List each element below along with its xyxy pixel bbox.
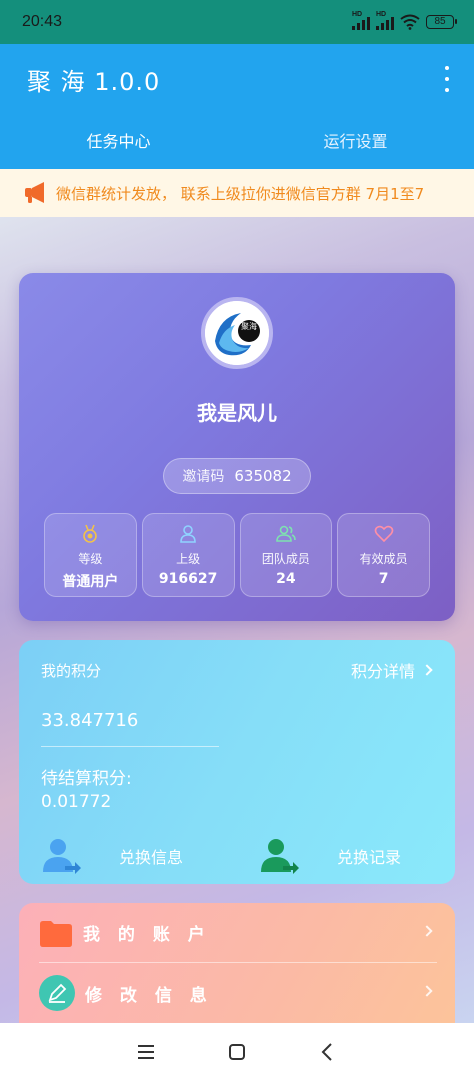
team-icon (276, 525, 296, 542)
points-card: 我的积分 积分详情 33.847716 待结算积分: 0.01772 兑换信息 … (19, 640, 455, 884)
wifi-icon (400, 14, 420, 30)
stats-row: 等级 普通用户 上级 916627 团队成员 24 有效成员 7 (44, 513, 430, 597)
more-vertical-icon[interactable] (440, 66, 454, 92)
invite-code-pill[interactable]: 邀请码 635082 (163, 458, 311, 494)
app-bar: 聚 海 1.0.0 任务中心 运行设置 (0, 44, 474, 169)
points-value: 33.847716 (41, 710, 139, 731)
stat-team-members[interactable]: 团队成员 24 (239, 513, 333, 597)
folder-icon (40, 920, 72, 947)
user-exchange-icon (43, 839, 81, 874)
points-title: 我的积分 (41, 662, 102, 680)
divider (41, 746, 219, 747)
nickname: 我是风儿 (197, 401, 277, 425)
tab-task-center[interactable]: 任务中心 (0, 126, 237, 158)
signal-icon: HD (352, 11, 370, 30)
menu-item-label: 我 的 账 户 (83, 925, 211, 945)
chevron-right-icon (421, 664, 433, 676)
stat-label: 等级 (78, 552, 103, 566)
clock: 20:43 (22, 13, 63, 30)
exchange-record-label: 兑换记录 (337, 848, 402, 867)
stat-label: 团队成员 (261, 552, 310, 566)
tab-run-settings[interactable]: 运行设置 (237, 126, 474, 158)
pending-points-value: 0.01772 (41, 792, 112, 812)
points-detail-link[interactable]: 积分详情 (350, 658, 433, 682)
invite-code-value: 635082 (234, 467, 292, 485)
notice-text: 微信群统计发放， 联系上级拉你进微信官方群 7月1至7 (56, 184, 425, 203)
svg-text:聚海: 聚海 (241, 321, 257, 331)
app-title: 聚 海 1.0.0 (27, 68, 161, 96)
notice-bar[interactable]: 微信群统计发放， 联系上级拉你进微信官方群 7月1至7 (0, 169, 474, 217)
megaphone-icon (25, 182, 44, 203)
menu-item-my-account[interactable]: 我 的 账 户 (39, 903, 437, 963)
points-detail-label: 积分详情 (350, 662, 415, 681)
stat-value: 24 (276, 571, 296, 587)
chevron-right-icon (421, 925, 433, 937)
tab-bar: 任务中心 运行设置 (0, 126, 474, 158)
profile-card: 聚海 我是风儿 邀请码 635082 等级 普通用户 上级 916627 团队成… (19, 273, 455, 621)
exchange-record-button[interactable]: 兑换记录 (259, 836, 401, 876)
edit-icon (39, 975, 75, 1011)
user-exchange-icon (261, 839, 299, 874)
stat-label: 有效成员 (359, 552, 408, 566)
heart-icon (374, 525, 393, 543)
signal-icon: HD (376, 11, 394, 30)
stat-value: 916627 (158, 571, 218, 587)
stat-value: 普通用户 (62, 574, 119, 590)
menu-item-edit-info[interactable]: 修 改 信 息 (39, 963, 437, 1023)
pending-points-label: 待结算积分: (41, 769, 132, 789)
stat-valid-members[interactable]: 有效成员 7 (337, 513, 430, 597)
status-icons: HD HD 85 (352, 11, 457, 30)
battery-icon: 85 (426, 15, 457, 29)
avatar-logo: 聚海 (205, 301, 269, 365)
stat-superior[interactable]: 上级 916627 (141, 513, 235, 597)
menu-card: 我 的 账 户 修 改 信 息 (19, 903, 455, 1023)
invite-code-label: 邀请码 (182, 469, 225, 485)
back-icon[interactable] (317, 1041, 339, 1063)
avatar[interactable]: 聚海 (201, 297, 273, 369)
exchange-info-label: 兑换信息 (119, 848, 184, 867)
home-icon[interactable] (226, 1041, 248, 1063)
menu-icon[interactable] (135, 1041, 157, 1063)
exchange-info-button[interactable]: 兑换信息 (41, 836, 183, 876)
chevron-right-icon (421, 985, 433, 997)
system-nav-bar (0, 1023, 474, 1080)
stat-level[interactable]: 等级 普通用户 (44, 513, 137, 597)
user-icon (180, 525, 196, 543)
stat-value: 7 (378, 571, 389, 587)
medal-icon (83, 524, 98, 543)
menu-item-label: 修 改 信 息 (85, 985, 213, 1006)
main-content: 聚海 我是风儿 邀请码 635082 等级 普通用户 上级 916627 团队成… (0, 217, 474, 1023)
status-bar: 20:43 HD HD 85 (0, 0, 474, 44)
stat-label: 上级 (176, 552, 201, 566)
